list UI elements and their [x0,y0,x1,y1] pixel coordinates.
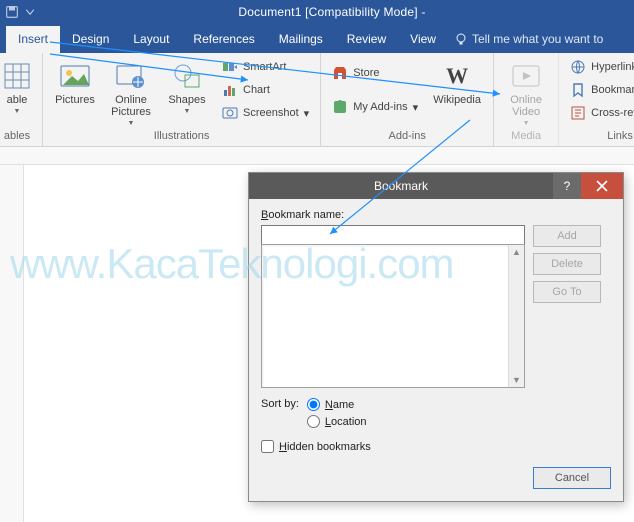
tab-layout[interactable]: Layout [121,26,181,53]
hyperlink-button[interactable]: Hyperlink [567,57,634,77]
screenshot-icon [222,105,238,121]
watermark: www.KacaTeknologi.com [10,240,454,288]
sortby-label: Sort by: [261,398,299,410]
hidden-bookmarks-checkbox[interactable]: Hidden bookmarksHidden bookmarks [261,440,611,453]
tab-references[interactable]: References [181,26,266,53]
online-pictures-icon [116,63,146,89]
shapes-button[interactable]: Shapes▼ [163,57,211,127]
ribbon-tabs: Insert Design Layout References Mailings… [0,24,634,53]
online-pictures-button[interactable]: Online Pictures▼ [107,57,155,127]
group-addins: Store My Add-ins ▾ W Wikipedia Add-ins [321,53,494,146]
ruler [0,147,634,165]
sort-location-radio[interactable]: LocationLocation [307,415,367,428]
close-icon [596,180,608,192]
cancel-button[interactable]: Cancel [533,467,611,489]
bookmark-button[interactable]: Bookmark [567,80,634,100]
tab-insert[interactable]: Insert [6,26,60,53]
window-title: Document1 [Compatibility Mode] - [36,5,628,19]
tell-me-label: Tell me what you want to [472,32,603,46]
table-icon [4,63,30,89]
chevron-down-icon: ▾ [304,107,310,120]
pictures-icon [60,63,90,89]
bookmark-dialog: Bookmark ? BBookmark name:ookmark name: … [248,172,624,502]
tab-mailings[interactable]: Mailings [267,26,335,53]
chevron-down-icon: ▼ [14,108,21,115]
dialog-help-button[interactable]: ? [553,173,581,199]
delete-button: Delete [533,253,601,275]
sort-name-radio[interactable]: NameName [307,398,367,411]
hyperlink-icon [570,59,586,75]
chevron-down-icon: ▼ [128,120,135,127]
store-icon [332,65,348,81]
chevron-down-icon: ▼ [184,108,191,115]
quick-access-toolbar [6,6,36,18]
chevron-down-icon: ▾ [413,101,419,114]
online-video-button: Online Video▼ [502,57,550,127]
scroll-down-icon[interactable]: ▼ [512,375,521,385]
dialog-titlebar[interactable]: Bookmark ? [249,173,623,199]
screenshot-button[interactable]: Screenshot ▾ [219,103,312,123]
addins-icon [332,99,348,115]
group-illustrations: Pictures Online Pictures▼ Shapes▼ SmartA… [43,53,321,146]
pictures-button[interactable]: Pictures [51,57,99,127]
wikipedia-button[interactable]: W Wikipedia [429,57,485,127]
lightbulb-icon [454,32,468,46]
group-links: Hyperlink Bookmark Cross-reference Links [559,53,634,146]
video-icon [511,64,541,88]
bookmark-name-label: BBookmark name:ookmark name: [261,209,611,221]
add-button: Add [533,225,601,247]
chart-button[interactable]: Chart [219,80,312,100]
goto-button: Go To [533,281,601,303]
chart-icon [222,82,238,98]
crossref-icon [570,105,586,121]
smartart-icon [222,59,238,75]
left-ruler [0,165,24,522]
scroll-up-icon[interactable]: ▲ [512,247,521,257]
save-icon[interactable] [6,6,18,18]
scrollbar[interactable]: ▲▼ [508,245,524,387]
group-tables: able▼ ables [0,53,43,146]
dialog-title: Bookmark [249,179,553,193]
group-media: Online Video▼ Media [494,53,559,146]
table-button[interactable]: able▼ [0,57,34,127]
store-button[interactable]: Store [329,63,421,83]
qat-dropdown-icon[interactable] [24,6,36,18]
tab-view[interactable]: View [398,26,448,53]
title-bar: Document1 [Compatibility Mode] - [0,0,634,24]
chevron-down-icon: ▼ [523,120,530,127]
dialog-close-button[interactable] [581,173,623,199]
cross-reference-button[interactable]: Cross-reference [567,103,634,123]
shapes-icon [172,63,202,89]
bookmark-icon [570,82,586,98]
ribbon: able▼ ables Pictures Online Pictures▼ Sh… [0,53,634,147]
tell-me-search[interactable]: Tell me what you want to [454,32,603,53]
tab-review[interactable]: Review [335,26,398,53]
tab-design[interactable]: Design [60,26,121,53]
my-addins-button[interactable]: My Add-ins ▾ [329,97,421,117]
wikipedia-icon: W [446,63,468,89]
smartart-button[interactable]: SmartArt [219,57,312,77]
